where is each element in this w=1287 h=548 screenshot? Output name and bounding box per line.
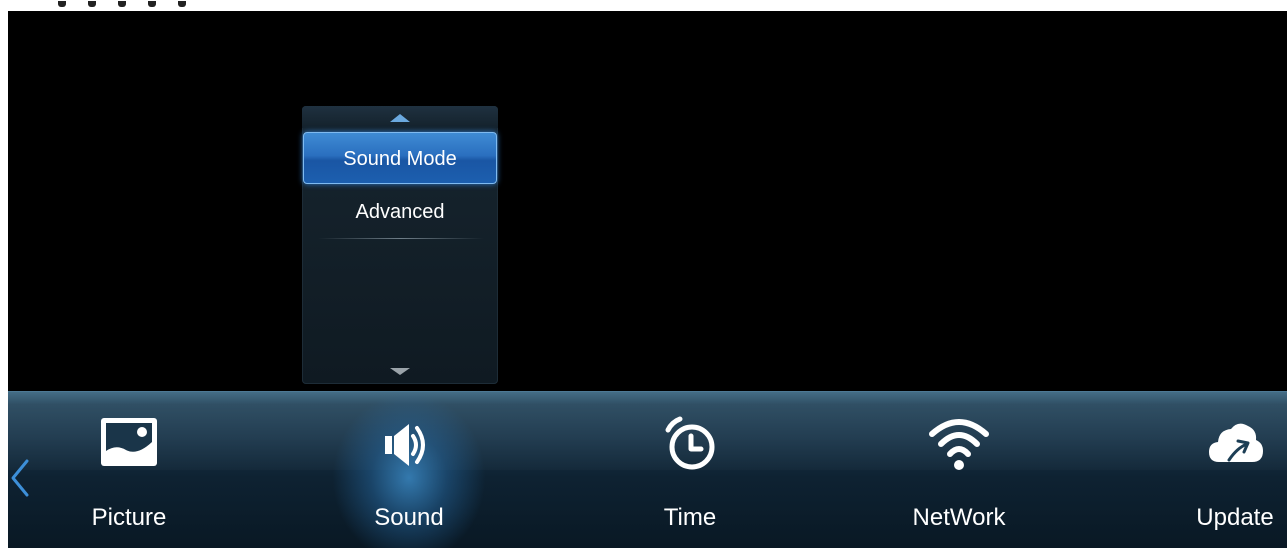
menu-divider [318, 238, 484, 239]
nav-label-time: Time [663, 504, 717, 531]
nav-item-network[interactable]: NetWork [864, 392, 1054, 548]
menu-item-advanced[interactable]: Advanced [302, 186, 498, 238]
nav-label-network: NetWork [912, 504, 1006, 531]
clock-icon [660, 414, 720, 474]
sound-submenu: Sound Mode Advanced [302, 106, 498, 384]
picture-icon [99, 414, 159, 474]
cloud-upload-icon [1205, 414, 1265, 474]
speaker-icon [379, 414, 439, 474]
nav-item-update[interactable]: Update [1140, 392, 1287, 548]
nav-label-picture: Picture [91, 504, 167, 531]
nav-label-sound: Sound [374, 504, 444, 531]
nav-item-time[interactable]: Time [595, 392, 785, 548]
scroll-up-icon[interactable] [390, 114, 410, 122]
nav-label-update: Update [1196, 504, 1274, 531]
scroll-down-icon[interactable] [390, 368, 410, 375]
nav-item-picture[interactable]: Picture [34, 392, 224, 548]
tv-screen: Sound Mode Advanced Picture Sound Time N… [8, 11, 1287, 548]
bottom-nav-bar: Picture Sound Time NetWork Update [8, 391, 1287, 548]
nav-left-chevron-icon[interactable] [10, 458, 30, 498]
nav-item-sound[interactable]: Sound [314, 392, 504, 548]
wifi-icon [929, 414, 989, 474]
top-bezel [0, 0, 1287, 11]
menu-item-sound-mode[interactable]: Sound Mode [303, 132, 497, 184]
